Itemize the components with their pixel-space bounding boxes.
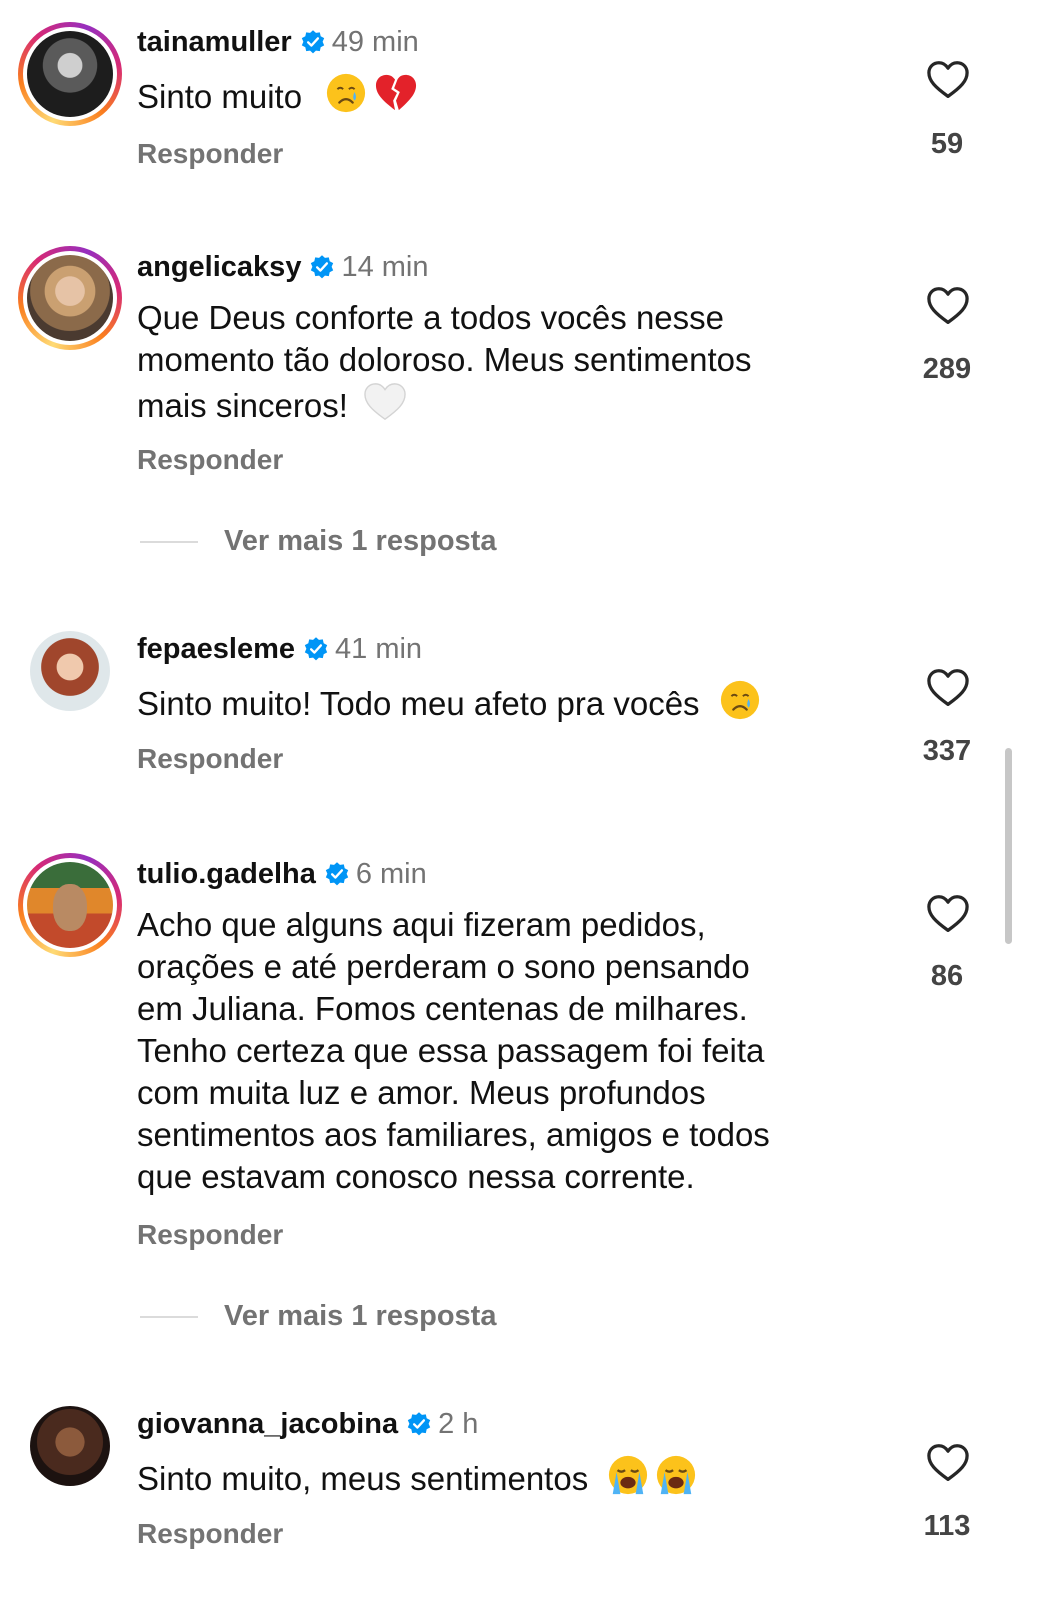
reply-button[interactable]: Responder <box>137 1518 283 1550</box>
heart-icon[interactable] <box>926 1443 970 1483</box>
verified-badge-icon <box>300 29 326 55</box>
verified-badge-icon <box>303 636 329 662</box>
avatar[interactable] <box>27 31 113 117</box>
crying-face-icon <box>325 72 367 114</box>
comment-text: Sinto muito <box>137 72 877 118</box>
like-button[interactable] <box>906 286 990 326</box>
view-more-replies-label[interactable]: Ver mais 1 resposta <box>224 1300 496 1333</box>
scrollbar[interactable] <box>1005 748 1012 944</box>
username[interactable]: tulio.gadelha <box>137 858 316 890</box>
comment-header: giovanna_jacobina 2 h <box>137 1406 478 1442</box>
comment-time: 2 h <box>438 1408 479 1440</box>
avatar-story-ring[interactable] <box>18 246 122 350</box>
reply-button[interactable]: Responder <box>137 1219 283 1251</box>
username[interactable]: giovanna_jacobina <box>137 1408 398 1440</box>
reply-button[interactable]: Responder <box>137 444 283 476</box>
username[interactable]: fepaesleme <box>137 633 295 665</box>
reply-button[interactable]: Responder <box>137 138 283 170</box>
comment-text: Que Deus conforte a todos vocês nesse mo… <box>137 297 877 427</box>
loudly-crying-face-icon <box>607 1454 649 1496</box>
avatar-container[interactable] <box>18 619 122 723</box>
username[interactable]: tainamuller <box>137 26 292 58</box>
heart-icon[interactable] <box>926 60 970 100</box>
reply-button[interactable]: Responder <box>137 743 283 775</box>
verified-badge-icon <box>324 861 350 887</box>
comment-text-line: Que Deus conforte a todos vocês nesse <box>137 299 725 336</box>
heart-icon[interactable] <box>926 894 970 934</box>
view-more-replies-button[interactable]: Ver mais 1 resposta <box>140 1300 496 1333</box>
avatar-story-ring[interactable] <box>18 853 122 957</box>
like-count: 86 <box>930 960 964 992</box>
comment-time: 41 min <box>335 633 423 665</box>
comment-text: Sinto muito! Todo meu afeto pra vocês <box>137 679 877 725</box>
avatar[interactable] <box>30 631 110 711</box>
like-count: 59 <box>930 128 964 160</box>
crying-face-icon <box>719 679 761 721</box>
verified-badge-icon <box>406 1411 432 1437</box>
view-more-replies-label[interactable]: Ver mais 1 resposta <box>224 525 496 558</box>
avatar[interactable] <box>27 862 113 948</box>
comment-text-line: Tenho certeza que essa passagem foi feit… <box>137 1032 765 1069</box>
comment-text-body: Sinto muito! Todo meu afeto pra vocês <box>137 685 700 722</box>
comment-text-line: orações e até perderam o sono pensando <box>137 948 750 985</box>
comment-header: angelicaksy 14 min <box>137 249 429 285</box>
like-button[interactable] <box>906 894 990 934</box>
comment-text-body: mais sinceros! <box>137 387 348 424</box>
comment-text-body: Sinto muito <box>137 78 303 115</box>
comment-text-line: sentimentos aos familiares, amigos e tod… <box>137 1116 770 1153</box>
comment-text-line: momento tão doloroso. Meus sentimentos <box>137 341 752 378</box>
like-button[interactable] <box>906 668 990 708</box>
like-button[interactable] <box>906 60 990 100</box>
view-more-replies-button[interactable]: Ver mais 1 resposta <box>140 525 496 558</box>
divider <box>140 1315 198 1318</box>
like-count: 289 <box>922 353 972 385</box>
broken-heart-icon <box>373 72 419 114</box>
comment-text-body: Sinto muito, meus sentimentos <box>137 1460 589 1497</box>
comment-text-line: que estavam conosco nessa corrente. <box>137 1158 695 1195</box>
avatar[interactable] <box>27 255 113 341</box>
comment-text-line: com muita luz e amor. Meus profundos <box>137 1074 706 1111</box>
divider <box>140 540 198 543</box>
heart-icon[interactable] <box>926 286 970 326</box>
username[interactable]: angelicaksy <box>137 251 301 283</box>
heart-icon[interactable] <box>926 668 970 708</box>
comment-time: 6 min <box>355 858 427 890</box>
verified-badge-icon <box>309 254 335 280</box>
comment-text: Acho que alguns aqui fizeram pedidos, or… <box>137 904 877 1198</box>
comment-text: Sinto muito, meus sentimentos <box>137 1454 877 1500</box>
comment-time: 49 min <box>331 26 419 58</box>
comment-header: tainamuller 49 min <box>137 24 419 60</box>
avatar[interactable] <box>30 1406 110 1486</box>
comment-text-line: em Juliana. Fomos centenas de milhares. <box>137 990 748 1027</box>
comment-text-line: mais sinceros! <box>137 381 877 427</box>
comment-header: fepaesleme 41 min <box>137 631 422 667</box>
comment-text-line: Acho que alguns aqui fizeram pedidos, <box>137 906 706 943</box>
like-count: 113 <box>923 1510 971 1542</box>
like-button[interactable] <box>906 1443 990 1483</box>
comment-time: 14 min <box>341 251 429 283</box>
loudly-crying-face-icon <box>655 1454 697 1496</box>
like-count: 337 <box>922 735 972 767</box>
comment-header: tulio.gadelha 6 min <box>137 856 427 892</box>
avatar-story-ring[interactable] <box>18 22 122 126</box>
white-heart-icon <box>362 381 408 423</box>
avatar-container[interactable] <box>18 1394 122 1498</box>
